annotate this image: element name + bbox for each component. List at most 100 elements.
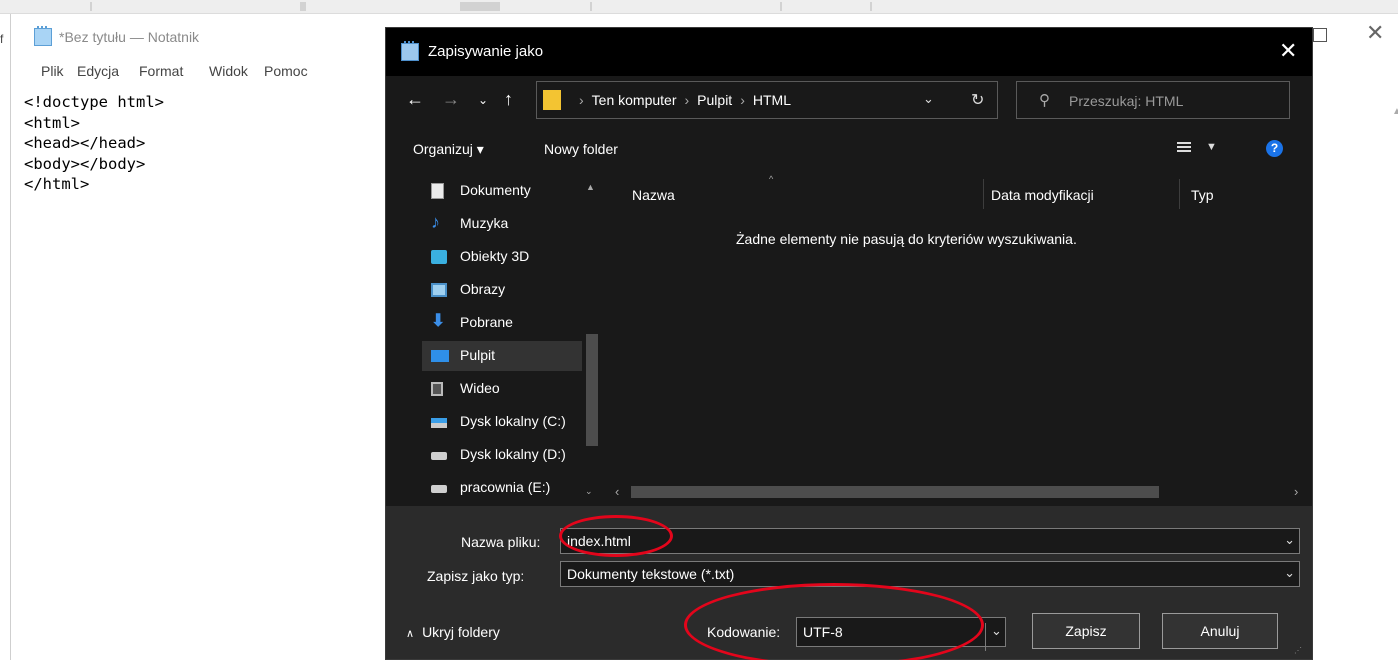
chevron-down-icon[interactable]: ⌄ (985, 623, 1007, 651)
breadcrumb: › Ten komputer › Pulpit › HTML (571, 92, 791, 108)
nav-item-drive-c[interactable]: Dysk lokalny (C:) (422, 407, 598, 437)
sort-ascending-icon: ^ (769, 174, 774, 184)
nav-item-videos[interactable]: Wideo (422, 374, 598, 404)
nav-item-drive-e[interactable]: pracownia (E:) (422, 473, 598, 503)
background-text-fragment: f (0, 32, 4, 46)
cancel-button[interactable]: Anuluj (1162, 613, 1278, 649)
recent-chevron-icon[interactable]: ⌄ (478, 93, 488, 107)
text-line: <html> (24, 113, 80, 132)
empty-results-message: Żadne elementy nie pasują do kryteriów w… (736, 231, 1077, 247)
close-icon[interactable]: ✕ (1279, 38, 1297, 64)
help-icon[interactable]: ? (1266, 140, 1283, 157)
pictures-icon (431, 283, 447, 297)
filename-field[interactable]: ⌄ (560, 528, 1300, 554)
notepad-icon (401, 41, 419, 61)
chevron-down-icon[interactable]: ⌄ (1284, 532, 1295, 548)
scroll-up-icon[interactable]: ▲ (1392, 106, 1398, 117)
breadcrumb-desktop[interactable]: Pulpit (697, 92, 732, 108)
background-window-strip (0, 0, 1398, 14)
notepad-icon (34, 26, 52, 46)
objects-3d-icon (431, 250, 447, 264)
encoding-value: UTF-8 (803, 624, 843, 640)
chevron-up-icon: ∧ (406, 628, 415, 640)
search-input[interactable] (1069, 90, 1279, 112)
search-box[interactable]: ⚲ (1016, 81, 1290, 119)
nav-item-music[interactable]: ♪ Muzyka (422, 209, 598, 239)
nav-pane-scrollbar[interactable]: ▲ ⌄ (582, 176, 602, 506)
save-button[interactable]: Zapisz (1032, 613, 1140, 649)
filetype-select[interactable]: Dokumenty tekstowe (*.txt) ⌄ (560, 561, 1300, 587)
nav-item-3d-objects[interactable]: Obiekty 3D (422, 242, 598, 272)
address-bar[interactable]: › Ten komputer › Pulpit › HTML ⌄ ↻ (536, 81, 998, 119)
scroll-up-icon[interactable]: ▲ (586, 182, 595, 192)
scrollbar-thumb[interactable] (586, 334, 598, 446)
dialog-title: Zapisywanie jako (428, 43, 544, 60)
music-icon: ♪ (431, 212, 440, 232)
column-name[interactable]: Nazwa (632, 187, 675, 203)
nav-item-desktop[interactable]: Pulpit (422, 341, 598, 371)
documents-icon (431, 183, 444, 199)
drive-c-icon (431, 418, 447, 428)
horizontal-scrollbar[interactable]: ‹ › (604, 481, 1312, 503)
menu-format[interactable]: Format (139, 63, 183, 79)
chevron-down-icon[interactable]: ⌄ (1284, 565, 1295, 581)
column-type[interactable]: Typ (1191, 187, 1214, 203)
organize-button[interactable]: Organizuj ▾ (413, 141, 484, 158)
refresh-icon[interactable]: ↻ (971, 90, 984, 110)
resize-grip-icon[interactable]: ⋰ (1294, 646, 1302, 655)
drive-icon (431, 485, 447, 493)
scrollbar-thumb[interactable] (631, 486, 1159, 498)
chevron-down-icon[interactable]: ⌄ (923, 91, 934, 107)
file-list[interactable]: ^ Nazwa Data modyfikacji Typ Żadne eleme… (604, 174, 1312, 506)
notepad-text-area[interactable]: <!doctype html> <html> <head></head> <body>… (24, 92, 164, 195)
menu-edit[interactable]: Edycja (77, 63, 119, 79)
menu-file[interactable]: Plik (41, 63, 64, 79)
nav-item-label: Dysk lokalny (C:) (460, 413, 566, 429)
drive-icon (431, 452, 447, 460)
hide-folders-label: Ukryj foldery (422, 624, 500, 640)
filename-input[interactable] (567, 532, 1267, 550)
nav-item-documents[interactable]: Dokumenty (422, 176, 598, 206)
breadcrumb-separator: › (579, 92, 584, 108)
menu-help[interactable]: Pomoc (264, 63, 308, 79)
video-icon (431, 382, 443, 396)
text-line: </html> (24, 175, 90, 193)
nav-item-pictures[interactable]: Obrazy (422, 275, 598, 305)
scroll-down-icon[interactable]: ⌄ (585, 486, 593, 497)
column-header: ^ Nazwa Data modyfikacji Typ (604, 174, 1312, 209)
column-date-modified[interactable]: Data modyfikacji (991, 187, 1094, 203)
encoding-label: Kodowanie: (707, 624, 781, 640)
nav-item-drive-d[interactable]: Dysk lokalny (D:) (422, 440, 598, 470)
search-icon: ⚲ (1039, 92, 1050, 109)
up-arrow-icon[interactable]: ↑ (504, 89, 513, 110)
dialog-toolbar: Organizuj ▾ Nowy folder ▼ ? (386, 124, 1312, 176)
text-line: <body></body> (24, 154, 146, 173)
close-icon[interactable]: ✕ (1366, 20, 1384, 46)
breadcrumb-separator: › (740, 92, 745, 108)
scroll-right-icon[interactable]: › (1294, 484, 1298, 499)
nav-item-label: Dokumenty (460, 182, 531, 198)
breadcrumb-html[interactable]: HTML (753, 92, 791, 108)
chevron-down-icon[interactable]: ▼ (1206, 141, 1217, 153)
forward-arrow-icon[interactable]: → (442, 89, 460, 110)
nav-item-label: Muzyka (460, 215, 509, 231)
text-line: <head></head> (24, 134, 146, 152)
maximize-icon[interactable] (1313, 28, 1327, 42)
menu-view[interactable]: Widok (209, 63, 248, 79)
breadcrumb-separator: › (684, 92, 690, 108)
new-folder-button[interactable]: Nowy folder (544, 141, 618, 157)
view-options-icon[interactable] (1177, 142, 1191, 154)
encoding-select[interactable]: UTF-8 ⌄ (796, 617, 1006, 651)
back-arrow-icon[interactable]: ← (406, 89, 424, 110)
nav-item-label: Pobrane (460, 314, 513, 330)
breadcrumb-this-pc[interactable]: Ten komputer (592, 92, 677, 108)
nav-item-downloads[interactable]: ⬇ Pobrane (422, 308, 598, 338)
scroll-left-icon[interactable]: ‹ (615, 484, 619, 499)
filetype-label: Zapisz jako typ: (427, 568, 525, 584)
hide-folders-button[interactable]: ∧ Ukryj foldery (406, 624, 500, 640)
nav-item-label: Obiekty 3D (460, 248, 530, 264)
nav-item-label: Dysk lokalny (D:) (460, 446, 566, 462)
notepad-title: *Bez tytułu — Notatnik (59, 29, 200, 45)
nav-item-label: Obrazy (460, 281, 506, 297)
filename-label: Nazwa pliku: (461, 534, 541, 550)
